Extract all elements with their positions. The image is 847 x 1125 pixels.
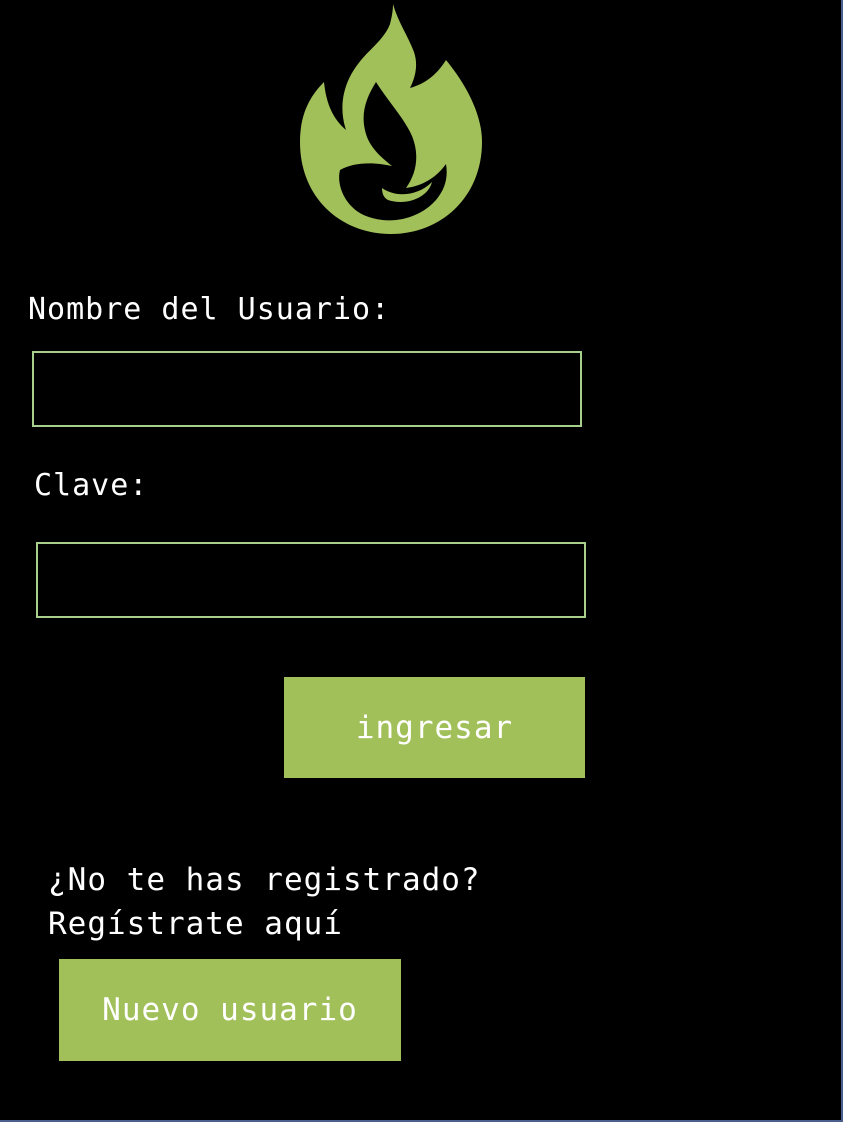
register-question: ¿No te has registrado?: [48, 862, 481, 898]
login-screen: Nombre del Usuario: Clave: ingresar ¿No …: [0, 0, 843, 1122]
password-input[interactable]: [36, 542, 586, 618]
username-label: Nombre del Usuario:: [28, 292, 391, 327]
window-frame: Nombre del Usuario: Clave: ingresar ¿No …: [0, 0, 847, 1125]
new-user-button[interactable]: Nuevo usuario: [59, 959, 401, 1061]
register-prompt: ¿No te has registrado? Regístrate aquí: [48, 858, 481, 946]
flame-icon: [300, 4, 482, 234]
register-link-text: Regístrate aquí: [48, 906, 343, 942]
password-label: Clave:: [34, 468, 149, 503]
login-button[interactable]: ingresar: [284, 677, 585, 778]
username-input[interactable]: [32, 351, 582, 427]
